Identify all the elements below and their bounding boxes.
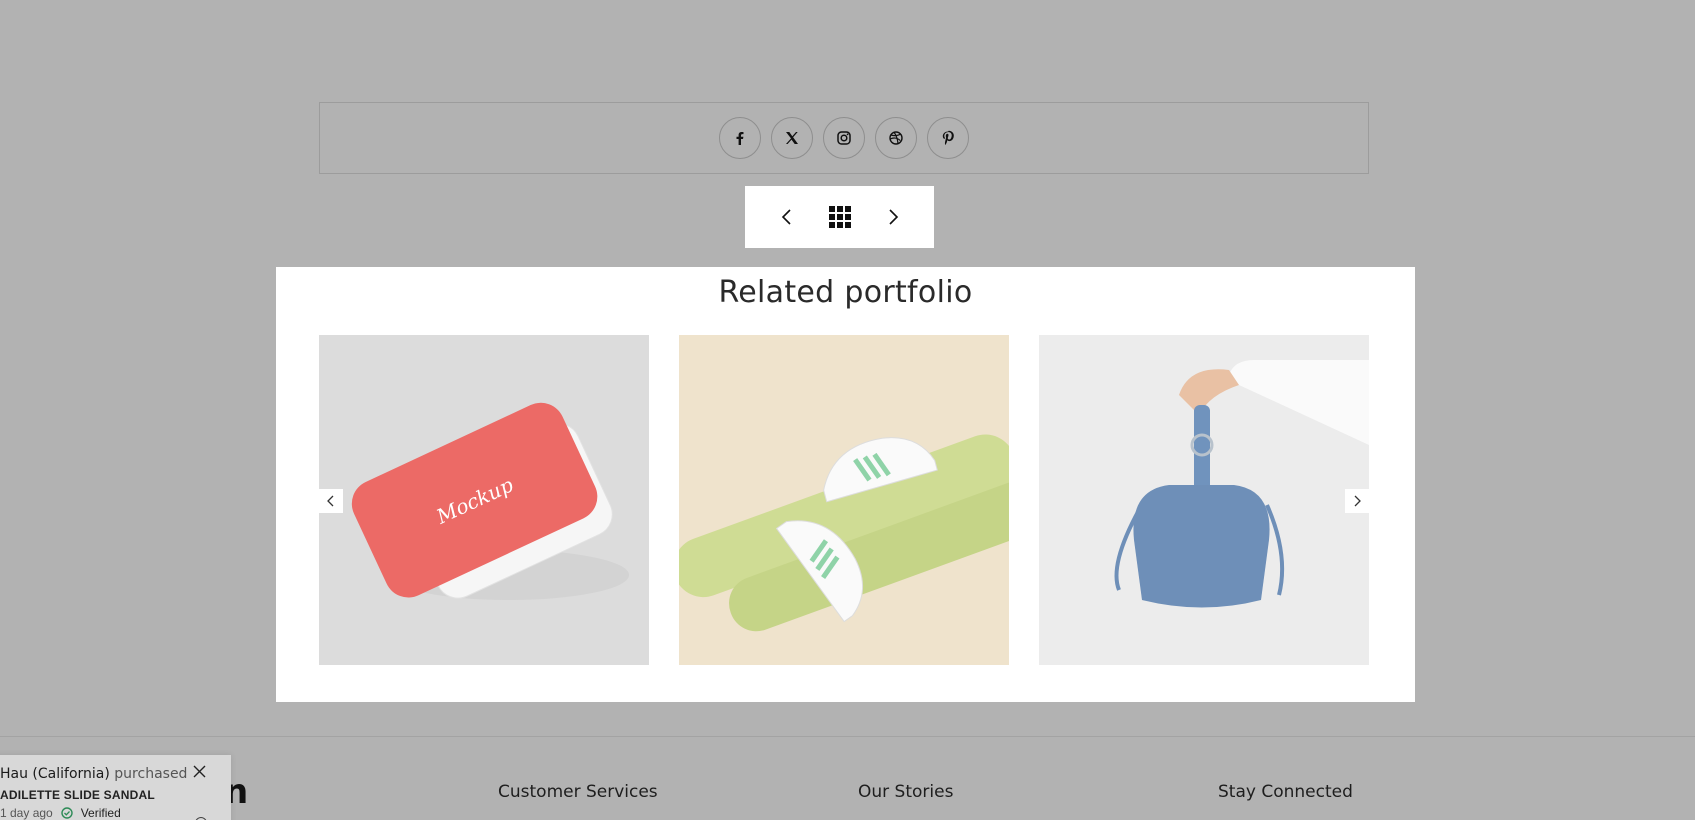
carousel-next-button[interactable]: [1345, 489, 1369, 513]
next-project-button[interactable]: [886, 208, 900, 226]
sneakers-image: [679, 335, 1009, 665]
toast-time: 1 day ago: [0, 806, 53, 820]
portfolio-card-mockup[interactable]: Mockup: [319, 335, 649, 665]
pinterest-icon: [942, 130, 954, 145]
close-icon: [193, 765, 206, 778]
blue-bag-image: [1039, 335, 1369, 665]
toast-product[interactable]: ADILETTE SLIDE SANDAL: [0, 788, 231, 802]
dribbble-icon: [889, 131, 903, 145]
toast-action: purchased: [114, 766, 188, 782]
toast-verified: Verified: [80, 806, 121, 820]
verified-icon: [61, 807, 73, 819]
section-title: Related portfolio: [718, 275, 973, 310]
footer-heading-stay-connected: Stay Connected: [1218, 782, 1353, 802]
x-link[interactable]: [771, 117, 813, 159]
chevron-right-icon: [888, 209, 898, 225]
instagram-icon: [837, 131, 851, 145]
footer-divider: [0, 736, 1695, 737]
portfolio-card-bag[interactable]: [1039, 335, 1369, 665]
purchase-notification: Hau (California) purchased ADILETTE SLID…: [0, 755, 231, 820]
all-projects-button[interactable]: [828, 206, 851, 228]
related-portfolio-section: Related portfolio Mockup: [276, 267, 1415, 702]
social-links-bar: [319, 102, 1369, 174]
pinterest-link[interactable]: [927, 117, 969, 159]
instagram-link[interactable]: [823, 117, 865, 159]
facebook-icon: [736, 132, 744, 145]
chevron-left-icon: [781, 209, 791, 225]
facebook-link[interactable]: [719, 117, 761, 159]
dribbble-link[interactable]: [875, 117, 917, 159]
chevron-right-icon: [1354, 495, 1361, 507]
previous-project-button[interactable]: [780, 208, 794, 226]
grid-icon: [828, 206, 851, 228]
carousel-prev-button[interactable]: [319, 489, 343, 513]
portfolio-pager: [745, 186, 934, 248]
toast-buyer: Hau (California): [0, 766, 110, 782]
card-mockup-image: Mockup: [319, 335, 649, 665]
chevron-left-icon: [327, 495, 334, 507]
x-icon: [786, 132, 798, 144]
footer-heading-our-stories: Our Stories: [858, 782, 954, 802]
toast-close-button[interactable]: [193, 765, 206, 781]
portfolio-card-sneakers[interactable]: [679, 335, 1009, 665]
footer-heading-customer-services: Customer Services: [498, 782, 658, 802]
